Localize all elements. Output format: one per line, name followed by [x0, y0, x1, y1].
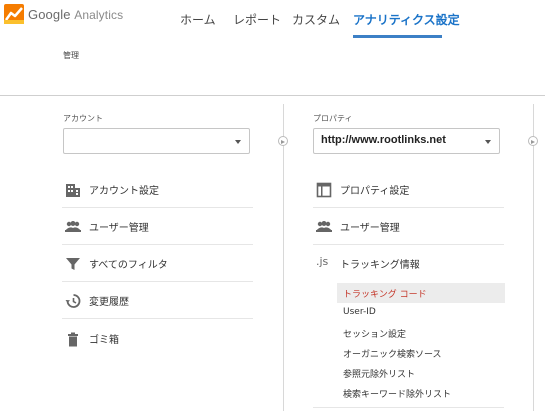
property-column-label: プロパティ: [313, 114, 353, 123]
tracking-sub-tracking-code[interactable]: トラッキング コード: [337, 283, 505, 303]
tracking-sub-referral-exclusion[interactable]: 参照元除外リスト: [337, 363, 505, 383]
tracking-sub-search-term-exclusion[interactable]: 検索キーワード除外リスト: [337, 383, 505, 403]
chevron-down-icon: [235, 140, 241, 144]
property-item-settings[interactable]: プロパティ設定: [313, 171, 504, 208]
arrow-right-icon[interactable]: [528, 136, 538, 146]
trash-icon: [64, 330, 82, 348]
account-item-settings[interactable]: アカウント設定: [62, 171, 253, 208]
google-analytics-logo[interactable]: Google Analytics: [4, 4, 123, 24]
tracking-sub-label: User-ID: [343, 307, 376, 317]
nav-reports[interactable]: レポート: [233, 0, 281, 38]
account-item-label: ゴミ箱: [89, 335, 119, 346]
tracking-sub-label: トラッキング コード: [343, 290, 427, 300]
account-item-label: 変更履歴: [89, 297, 129, 308]
tracking-sub-label: 検索キーワード除外リスト: [343, 390, 452, 400]
header-divider: [0, 95, 545, 96]
history-icon: [64, 292, 82, 310]
arrow-right-icon[interactable]: [278, 136, 288, 146]
top-bar: Google Analytics ホーム レポート カスタム アナリティクス設定: [0, 0, 545, 38]
property-item-label: トラッキング情報: [340, 260, 420, 271]
property-select-value: http://www.rootlinks.net: [321, 134, 446, 146]
active-tab-indicator: [353, 35, 442, 38]
analytics-logo-icon: [4, 4, 24, 24]
property-item-label: プロパティ設定: [340, 186, 410, 197]
logo-analytics-text: Analytics: [74, 7, 124, 22]
tracking-sub-label: 参照元除外リスト: [343, 370, 416, 380]
account-item-label: すべてのフィルタ: [89, 260, 168, 271]
account-item-filters[interactable]: すべてのフィルタ: [62, 245, 253, 282]
tracking-sub-session-settings[interactable]: セッション設定: [337, 323, 505, 343]
property-item-label: ユーザー管理: [340, 223, 400, 234]
tracking-sub-user-id[interactable]: User-ID: [337, 303, 505, 323]
filter-icon: [64, 255, 82, 273]
property-list-bottom-divider: [313, 407, 504, 408]
js-icon: .js: [316, 255, 329, 268]
property-item-users[interactable]: ユーザー管理: [313, 208, 504, 245]
account-item-label: ユーザー管理: [89, 223, 149, 234]
tracking-sub-organic-sources[interactable]: オーガニック検索ソース: [337, 343, 505, 363]
property-item-tracking[interactable]: .js トラッキング情報: [313, 245, 504, 282]
account-column-divider: [283, 104, 284, 411]
account-select[interactable]: [63, 128, 250, 154]
users-icon: [64, 218, 82, 236]
nav-admin[interactable]: アナリティクス設定: [353, 0, 460, 38]
account-item-label: アカウント設定: [89, 186, 159, 197]
logo-google-text: Google: [28, 6, 71, 22]
account-item-trash[interactable]: ゴミ箱: [62, 320, 253, 357]
chevron-down-icon: [485, 140, 491, 144]
nav-home[interactable]: ホーム: [180, 0, 216, 38]
tracking-sub-label: セッション設定: [343, 330, 407, 340]
account-item-users[interactable]: ユーザー管理: [62, 208, 253, 245]
building-icon: [64, 181, 82, 199]
page-title: 管理: [63, 51, 79, 60]
tracking-sub-label: オーガニック検索ソース: [343, 350, 442, 360]
window-icon: [315, 181, 333, 199]
property-select[interactable]: http://www.rootlinks.net: [313, 128, 500, 154]
property-column-divider: [533, 104, 534, 411]
nav-custom[interactable]: カスタム: [292, 0, 340, 38]
account-column-label: アカウント: [63, 114, 103, 123]
account-item-history[interactable]: 変更履歴: [62, 282, 253, 319]
logo-text: Google Analytics: [28, 7, 123, 22]
users-icon: [315, 218, 333, 236]
